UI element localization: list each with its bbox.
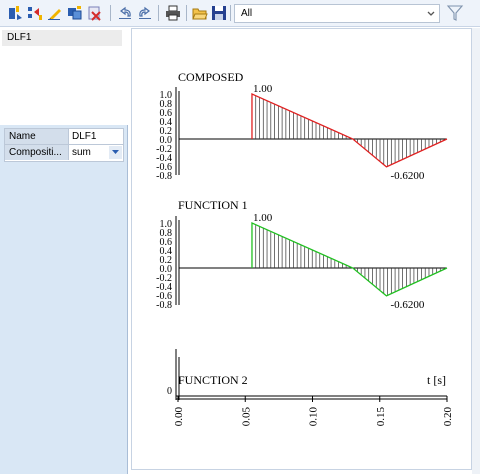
list-item[interactable]: DLF1 bbox=[2, 30, 122, 46]
function-plot: COMPOSED1.00.80.60.40.20.0-0.2-0.4-0.6-0… bbox=[156, 70, 454, 427]
filter-dropdown[interactable]: All bbox=[234, 4, 440, 23]
chart-title: FUNCTION 1 bbox=[178, 198, 248, 212]
y-tick-label: -0.8 bbox=[156, 171, 172, 182]
x-tick-label: 0.00 bbox=[173, 407, 185, 427]
open-folder-icon[interactable] bbox=[191, 4, 209, 22]
function-list: DLF1 bbox=[0, 28, 128, 125]
funnel-icon[interactable] bbox=[444, 3, 466, 23]
duplicate-icon[interactable] bbox=[66, 4, 84, 22]
toolbar: All bbox=[0, 0, 480, 27]
property-label: Name bbox=[5, 129, 69, 144]
import-icon[interactable] bbox=[26, 4, 44, 22]
left-panel: DLF1 Name DLF1 Compositi... sum bbox=[0, 28, 128, 474]
x-tick-label: 0.10 bbox=[308, 407, 320, 427]
undo-icon[interactable] bbox=[116, 4, 134, 22]
edit-icon[interactable] bbox=[46, 4, 64, 22]
filter-value: All bbox=[241, 8, 253, 19]
series-line bbox=[251, 92, 448, 168]
toolbar-separator bbox=[110, 5, 111, 21]
toolbar-separator bbox=[230, 5, 231, 21]
chart-title: FUNCTION 2 bbox=[178, 373, 248, 387]
data-label-min: -0.6200 bbox=[390, 170, 424, 182]
toolbar-separator bbox=[186, 5, 187, 21]
delete-icon[interactable] bbox=[86, 4, 104, 22]
save-icon[interactable] bbox=[210, 4, 228, 22]
property-row-name: Name DLF1 bbox=[4, 128, 124, 145]
chevron-down-icon[interactable] bbox=[423, 5, 439, 22]
chevron-down-icon[interactable] bbox=[109, 146, 122, 159]
x-tick-label: 0.15 bbox=[375, 407, 387, 427]
name-field[interactable]: DLF1 bbox=[72, 129, 96, 144]
chart-area: COMPOSED 1.0 0.8 0.6 0.4 0.2 0.0 -0.2 -0.4 -0.6 -0… bbox=[131, 28, 472, 470]
redo-icon[interactable] bbox=[136, 4, 154, 22]
x-axis-label: t [s] bbox=[427, 373, 446, 387]
property-label: Compositi... bbox=[5, 145, 69, 160]
print-icon[interactable] bbox=[164, 4, 182, 22]
composition-select[interactable]: sum bbox=[72, 145, 91, 160]
chart-title: COMPOSED bbox=[178, 70, 244, 84]
series-line bbox=[251, 221, 448, 297]
y-tick-label: 0 bbox=[167, 386, 172, 397]
property-grid: Name DLF1 Compositi... sum bbox=[4, 128, 124, 162]
new-function-icon[interactable] bbox=[6, 4, 24, 22]
toolbar-separator bbox=[158, 5, 159, 21]
x-tick-label: 0.05 bbox=[240, 407, 252, 427]
property-row-composition: Compositi... sum bbox=[4, 145, 124, 162]
y-tick-label: -0.8 bbox=[156, 300, 172, 311]
scrollbar[interactable] bbox=[472, 28, 480, 474]
x-tick-label: 0.20 bbox=[442, 407, 454, 427]
data-label-max: 1.00 bbox=[253, 83, 273, 95]
data-label-min: -0.6200 bbox=[390, 299, 424, 311]
data-label-max: 1.00 bbox=[253, 212, 273, 224]
